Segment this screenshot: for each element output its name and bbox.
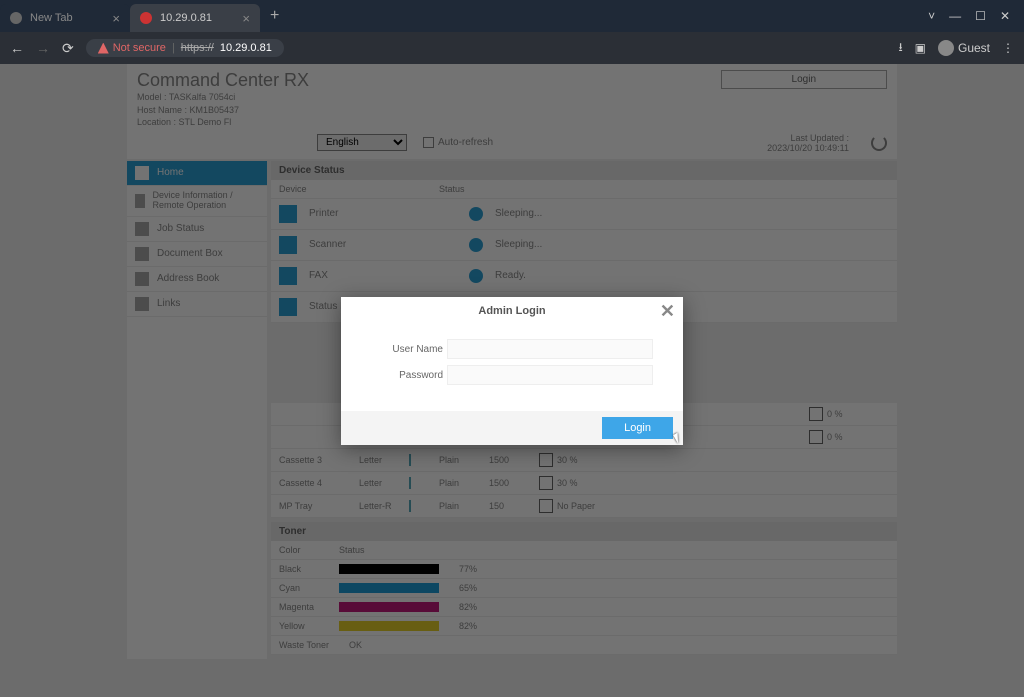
username-label: User Name [371,344,443,355]
password-label: Password [371,370,443,381]
login-button[interactable]: Login [602,417,673,439]
password-input[interactable] [447,365,653,385]
close-icon[interactable]: ✕ [660,301,675,322]
username-input[interactable] [447,339,653,359]
cursor-icon [675,432,687,448]
admin-login-modal: Admin Login ✕ User Name Password Login [341,297,683,445]
modal-title: Admin Login [478,305,545,317]
